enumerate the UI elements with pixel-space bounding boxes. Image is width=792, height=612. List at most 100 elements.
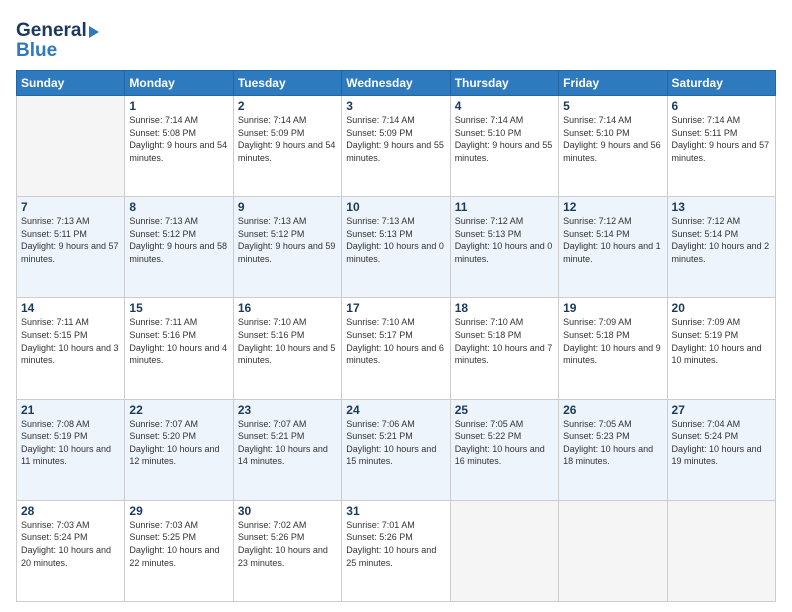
day-number: 31 xyxy=(346,504,445,518)
calendar-cell: 19Sunrise: 7:09 AMSunset: 5:18 PMDayligh… xyxy=(559,298,667,399)
day-info: Sunrise: 7:07 AMSunset: 5:20 PMDaylight:… xyxy=(129,418,228,468)
day-number: 13 xyxy=(672,200,771,214)
day-number: 6 xyxy=(672,99,771,113)
day-number: 18 xyxy=(455,301,554,315)
calendar-cell: 22Sunrise: 7:07 AMSunset: 5:20 PMDayligh… xyxy=(125,399,233,500)
day-info: Sunrise: 7:09 AMSunset: 5:18 PMDaylight:… xyxy=(563,316,662,366)
calendar-cell: 13Sunrise: 7:12 AMSunset: 5:14 PMDayligh… xyxy=(667,197,775,298)
day-info: Sunrise: 7:14 AMSunset: 5:10 PMDaylight:… xyxy=(455,114,554,164)
day-number: 11 xyxy=(455,200,554,214)
calendar-cell: 17Sunrise: 7:10 AMSunset: 5:17 PMDayligh… xyxy=(342,298,450,399)
day-info: Sunrise: 7:05 AMSunset: 5:22 PMDaylight:… xyxy=(455,418,554,468)
day-number: 1 xyxy=(129,99,228,113)
day-info: Sunrise: 7:09 AMSunset: 5:19 PMDaylight:… xyxy=(672,316,771,366)
day-number: 19 xyxy=(563,301,662,315)
day-info: Sunrise: 7:14 AMSunset: 5:11 PMDaylight:… xyxy=(672,114,771,164)
calendar-cell: 1Sunrise: 7:14 AMSunset: 5:08 PMDaylight… xyxy=(125,96,233,197)
calendar-cell: 27Sunrise: 7:04 AMSunset: 5:24 PMDayligh… xyxy=(667,399,775,500)
calendar-cell: 8Sunrise: 7:13 AMSunset: 5:12 PMDaylight… xyxy=(125,197,233,298)
week-row-1: 1Sunrise: 7:14 AMSunset: 5:08 PMDaylight… xyxy=(17,96,776,197)
weekday-header-tuesday: Tuesday xyxy=(233,71,341,96)
day-info: Sunrise: 7:03 AMSunset: 5:24 PMDaylight:… xyxy=(21,519,120,569)
day-number: 22 xyxy=(129,403,228,417)
calendar-cell xyxy=(450,500,558,601)
weekday-header-sunday: Sunday xyxy=(17,71,125,96)
week-row-3: 14Sunrise: 7:11 AMSunset: 5:15 PMDayligh… xyxy=(17,298,776,399)
weekday-header-monday: Monday xyxy=(125,71,233,96)
weekday-header-saturday: Saturday xyxy=(667,71,775,96)
calendar-cell: 21Sunrise: 7:08 AMSunset: 5:19 PMDayligh… xyxy=(17,399,125,500)
day-number: 7 xyxy=(21,200,120,214)
day-number: 14 xyxy=(21,301,120,315)
calendar-cell: 29Sunrise: 7:03 AMSunset: 5:25 PMDayligh… xyxy=(125,500,233,601)
day-info: Sunrise: 7:05 AMSunset: 5:23 PMDaylight:… xyxy=(563,418,662,468)
weekday-header-thursday: Thursday xyxy=(450,71,558,96)
day-info: Sunrise: 7:13 AMSunset: 5:12 PMDaylight:… xyxy=(238,215,337,265)
logo: General Blue xyxy=(16,20,99,62)
day-number: 10 xyxy=(346,200,445,214)
logo-general: General xyxy=(16,20,87,42)
day-info: Sunrise: 7:12 AMSunset: 5:13 PMDaylight:… xyxy=(455,215,554,265)
calendar-cell: 28Sunrise: 7:03 AMSunset: 5:24 PMDayligh… xyxy=(17,500,125,601)
day-number: 24 xyxy=(346,403,445,417)
day-info: Sunrise: 7:10 AMSunset: 5:17 PMDaylight:… xyxy=(346,316,445,366)
logo-arrow-icon xyxy=(89,26,99,38)
day-info: Sunrise: 7:12 AMSunset: 5:14 PMDaylight:… xyxy=(563,215,662,265)
day-number: 26 xyxy=(563,403,662,417)
day-info: Sunrise: 7:11 AMSunset: 5:16 PMDaylight:… xyxy=(129,316,228,366)
calendar-cell: 3Sunrise: 7:14 AMSunset: 5:09 PMDaylight… xyxy=(342,96,450,197)
calendar-cell: 18Sunrise: 7:10 AMSunset: 5:18 PMDayligh… xyxy=(450,298,558,399)
day-number: 23 xyxy=(238,403,337,417)
day-number: 3 xyxy=(346,99,445,113)
day-info: Sunrise: 7:14 AMSunset: 5:09 PMDaylight:… xyxy=(238,114,337,164)
calendar-cell: 10Sunrise: 7:13 AMSunset: 5:13 PMDayligh… xyxy=(342,197,450,298)
calendar-cell: 23Sunrise: 7:07 AMSunset: 5:21 PMDayligh… xyxy=(233,399,341,500)
day-info: Sunrise: 7:07 AMSunset: 5:21 PMDaylight:… xyxy=(238,418,337,468)
calendar-cell: 25Sunrise: 7:05 AMSunset: 5:22 PMDayligh… xyxy=(450,399,558,500)
calendar-cell xyxy=(559,500,667,601)
day-number: 28 xyxy=(21,504,120,518)
calendar-cell xyxy=(667,500,775,601)
calendar-cell: 11Sunrise: 7:12 AMSunset: 5:13 PMDayligh… xyxy=(450,197,558,298)
calendar-cell: 24Sunrise: 7:06 AMSunset: 5:21 PMDayligh… xyxy=(342,399,450,500)
day-number: 17 xyxy=(346,301,445,315)
day-number: 12 xyxy=(563,200,662,214)
calendar-cell: 9Sunrise: 7:13 AMSunset: 5:12 PMDaylight… xyxy=(233,197,341,298)
day-number: 15 xyxy=(129,301,228,315)
calendar-cell: 7Sunrise: 7:13 AMSunset: 5:11 PMDaylight… xyxy=(17,197,125,298)
calendar-cell: 20Sunrise: 7:09 AMSunset: 5:19 PMDayligh… xyxy=(667,298,775,399)
day-info: Sunrise: 7:14 AMSunset: 5:10 PMDaylight:… xyxy=(563,114,662,164)
day-info: Sunrise: 7:04 AMSunset: 5:24 PMDaylight:… xyxy=(672,418,771,468)
day-number: 27 xyxy=(672,403,771,417)
calendar-cell: 30Sunrise: 7:02 AMSunset: 5:26 PMDayligh… xyxy=(233,500,341,601)
calendar-cell: 2Sunrise: 7:14 AMSunset: 5:09 PMDaylight… xyxy=(233,96,341,197)
day-info: Sunrise: 7:10 AMSunset: 5:18 PMDaylight:… xyxy=(455,316,554,366)
week-row-4: 21Sunrise: 7:08 AMSunset: 5:19 PMDayligh… xyxy=(17,399,776,500)
day-info: Sunrise: 7:13 AMSunset: 5:11 PMDaylight:… xyxy=(21,215,120,265)
calendar-cell: 31Sunrise: 7:01 AMSunset: 5:26 PMDayligh… xyxy=(342,500,450,601)
day-number: 30 xyxy=(238,504,337,518)
day-number: 16 xyxy=(238,301,337,315)
day-info: Sunrise: 7:13 AMSunset: 5:12 PMDaylight:… xyxy=(129,215,228,265)
calendar-cell: 14Sunrise: 7:11 AMSunset: 5:15 PMDayligh… xyxy=(17,298,125,399)
day-info: Sunrise: 7:02 AMSunset: 5:26 PMDaylight:… xyxy=(238,519,337,569)
day-number: 5 xyxy=(563,99,662,113)
day-info: Sunrise: 7:11 AMSunset: 5:15 PMDaylight:… xyxy=(21,316,120,366)
calendar-table: SundayMondayTuesdayWednesdayThursdayFrid… xyxy=(16,70,776,602)
day-info: Sunrise: 7:12 AMSunset: 5:14 PMDaylight:… xyxy=(672,215,771,265)
day-info: Sunrise: 7:08 AMSunset: 5:19 PMDaylight:… xyxy=(21,418,120,468)
logo-blue: Blue xyxy=(16,40,57,62)
day-number: 25 xyxy=(455,403,554,417)
calendar-cell: 15Sunrise: 7:11 AMSunset: 5:16 PMDayligh… xyxy=(125,298,233,399)
weekday-header-row: SundayMondayTuesdayWednesdayThursdayFrid… xyxy=(17,71,776,96)
page: General Blue SundayMondayTuesdayWednesda… xyxy=(0,0,792,612)
calendar-cell: 5Sunrise: 7:14 AMSunset: 5:10 PMDaylight… xyxy=(559,96,667,197)
weekday-header-friday: Friday xyxy=(559,71,667,96)
week-row-5: 28Sunrise: 7:03 AMSunset: 5:24 PMDayligh… xyxy=(17,500,776,601)
day-info: Sunrise: 7:03 AMSunset: 5:25 PMDaylight:… xyxy=(129,519,228,569)
day-info: Sunrise: 7:01 AMSunset: 5:26 PMDaylight:… xyxy=(346,519,445,569)
day-number: 4 xyxy=(455,99,554,113)
calendar-cell: 16Sunrise: 7:10 AMSunset: 5:16 PMDayligh… xyxy=(233,298,341,399)
day-info: Sunrise: 7:14 AMSunset: 5:09 PMDaylight:… xyxy=(346,114,445,164)
calendar-cell: 6Sunrise: 7:14 AMSunset: 5:11 PMDaylight… xyxy=(667,96,775,197)
